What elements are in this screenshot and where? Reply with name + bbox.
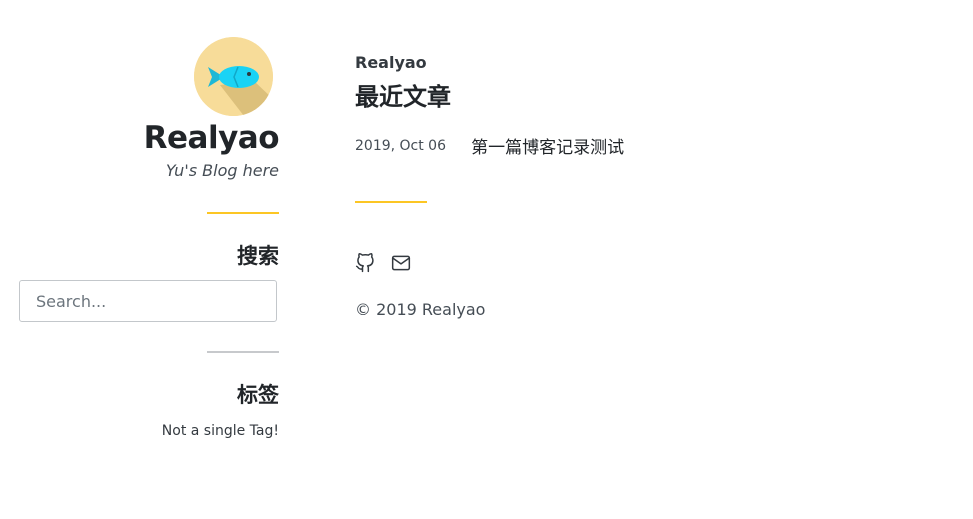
avatar[interactable]: [194, 37, 273, 116]
main-kicker: Realyao: [355, 53, 427, 72]
search-input[interactable]: [19, 280, 277, 322]
site-title[interactable]: Realyao: [144, 120, 280, 156]
main-divider-accent: [355, 201, 427, 203]
list-item: 2019, Oct 06 第一篇博客记录测试: [355, 133, 624, 159]
copyright: © 2019 Realyao: [355, 300, 486, 319]
fish-icon: [194, 37, 273, 116]
sidebar-divider: [207, 351, 279, 353]
tags-empty-text: Not a single Tag!: [161, 423, 279, 439]
page: Realyao Yu's Blog here 搜索 标签 Not a singl…: [0, 0, 973, 519]
github-link[interactable]: [355, 253, 375, 273]
post-date: 2019, Oct 06: [355, 137, 446, 154]
sidebar-divider-accent: [207, 212, 279, 214]
github-icon: [355, 253, 374, 273]
mail-link[interactable]: [391, 253, 411, 273]
mail-icon: [391, 255, 411, 271]
site-subtitle: Yu's Blog here: [165, 161, 279, 180]
search-heading: 搜索: [237, 244, 279, 268]
tags-heading: 标签: [237, 383, 279, 407]
post-link[interactable]: 第一篇博客记录测试: [471, 133, 624, 158]
social-links: [355, 253, 411, 273]
page-title: 最近文章: [355, 83, 451, 111]
